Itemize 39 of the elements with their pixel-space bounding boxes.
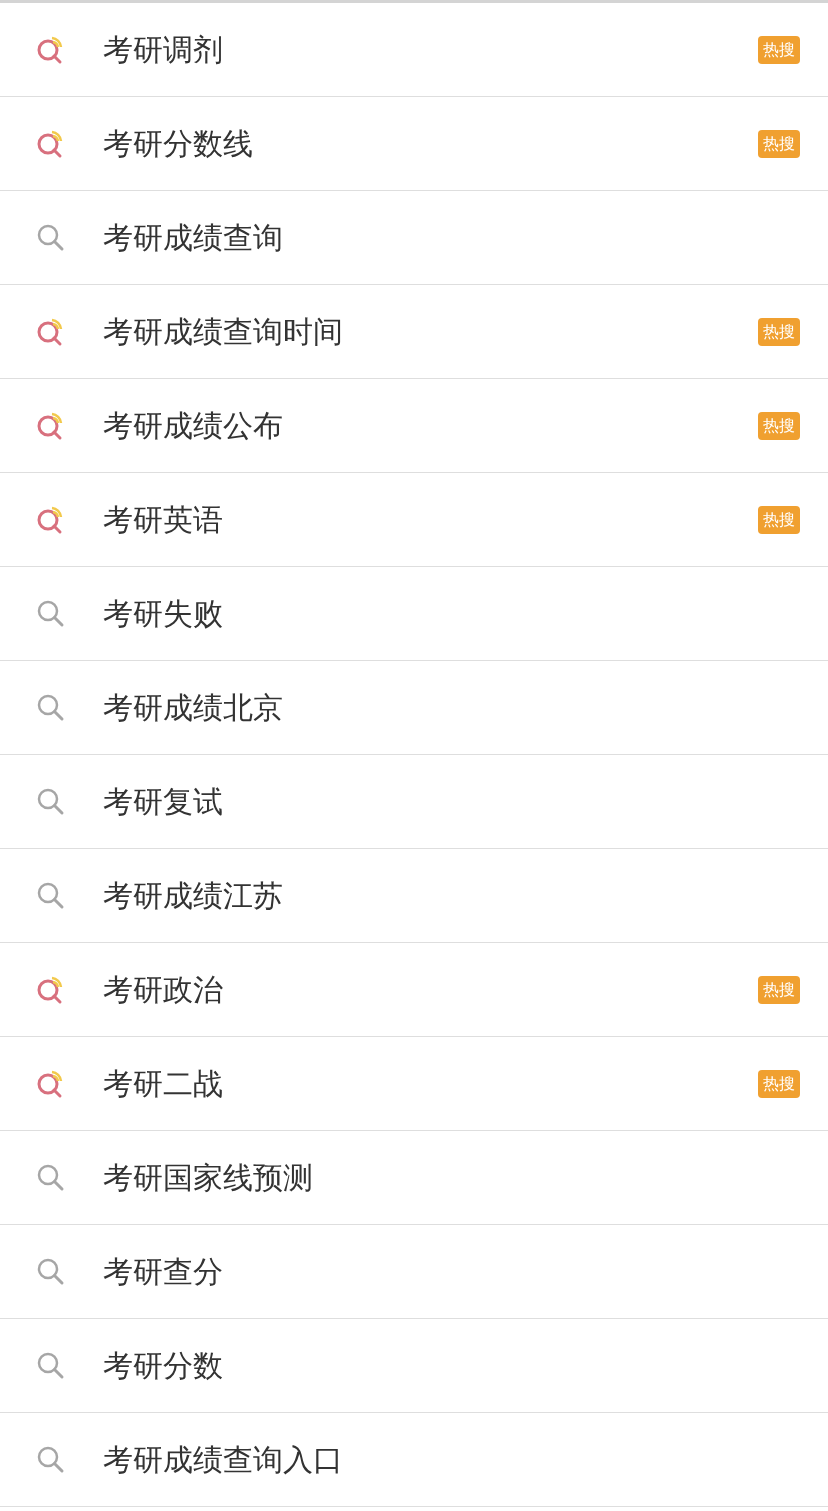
suggestion-row[interactable]: 考研成绩江苏 [0,849,828,943]
suggestion-row[interactable]: 考研成绩查询 [0,191,828,285]
hot-badge: 热搜 [758,411,800,440]
hot-badge: 热搜 [758,1069,800,1098]
suggestion-text: 考研政治 [103,971,224,1009]
suggestion-text: 考研分数线 [103,125,254,163]
suggestion-text: 考研英语 [103,501,224,539]
suggestion-text: 考研成绩公布 [103,407,284,445]
suggestion-row[interactable]: 考研成绩公布 热搜 [0,379,828,473]
hot-badge: 热搜 [758,505,800,534]
suggestion-row[interactable]: 考研成绩北京 [0,661,828,755]
suggestion-text: 考研二战 [103,1065,224,1103]
suggestion-text: 考研查分 [103,1253,224,1291]
suggestion-row[interactable]: 考研分数线 热搜 [0,97,828,191]
suggestion-text: 考研国家线预测 [103,1159,314,1197]
suggestion-row[interactable]: 考研成绩查询时间 热搜 [0,285,828,379]
hot-badge: 热搜 [758,35,800,64]
suggestion-row[interactable]: 考研成绩查询入口 [0,1413,828,1507]
suggestion-text: 考研成绩查询时间 [103,313,344,351]
suggestion-row[interactable]: 考研政治 热搜 [0,943,828,1037]
suggestion-text: 考研成绩查询入口 [103,1441,344,1479]
suggestion-text: 考研成绩江苏 [103,877,284,915]
suggestion-row[interactable]: 考研分数 [0,1319,828,1413]
suggestion-text: 考研失败 [103,595,224,633]
suggestion-row[interactable]: 考研二战 热搜 [0,1037,828,1131]
suggestion-text: 考研调剂 [103,31,224,69]
suggestion-row[interactable]: 考研复试 [0,755,828,849]
hot-badge: 热搜 [758,975,800,1004]
suggestion-text: 考研成绩北京 [103,689,284,727]
suggestion-text: 考研分数 [103,1347,224,1385]
suggestion-row[interactable]: 考研调剂 热搜 [0,3,828,97]
suggestion-row[interactable]: 考研英语 热搜 [0,473,828,567]
suggestion-row[interactable]: 考研查分 [0,1225,828,1319]
suggestion-row[interactable]: 考研国家线预测 [0,1131,828,1225]
hot-badge: 热搜 [758,129,800,158]
suggestion-text: 考研成绩查询 [103,219,284,257]
suggestion-text: 考研复试 [103,783,224,821]
suggestion-row[interactable]: 考研失败 [0,567,828,661]
hot-badge: 热搜 [758,317,800,346]
